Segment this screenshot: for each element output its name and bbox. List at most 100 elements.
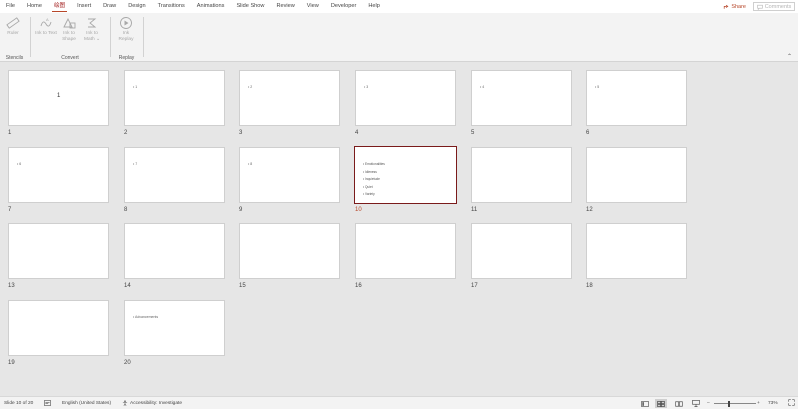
ribbon-separator xyxy=(143,17,144,57)
comment-icon xyxy=(757,4,763,10)
ink-to-math-button[interactable]: Ink to Math ⌄ xyxy=(81,16,103,43)
slide-text: • 6 xyxy=(17,162,22,166)
slide-thumbnail[interactable]: • 5 xyxy=(586,70,687,126)
slide-number: 16 xyxy=(355,283,362,289)
ink-to-math-icon xyxy=(88,18,97,28)
slide-thumbnail[interactable] xyxy=(239,223,340,279)
slide-thumbnail[interactable]: • 2 xyxy=(239,70,340,126)
slide-thumbnail[interactable] xyxy=(8,300,109,356)
slide-thumbnail[interactable] xyxy=(8,223,109,279)
slide-number: 12 xyxy=(586,207,593,213)
zoom-slider-thumb[interactable] xyxy=(727,400,730,407)
group-label-convert: Convert xyxy=(61,55,79,61)
slide-thumbnail[interactable]: • 4 xyxy=(471,70,572,126)
status-bar: Slide 10 of 20 English (United States) A… xyxy=(0,396,798,409)
slide-text: • 5 xyxy=(595,85,600,89)
tab-insert[interactable]: Insert xyxy=(71,0,97,13)
tab-drawing-active[interactable]: 绘图 xyxy=(48,0,71,13)
comments-button[interactable]: Comments xyxy=(753,2,795,11)
bullet-item: • Emotionalities xyxy=(363,162,385,166)
menu-bar: File Home 绘图 Insert Draw Design Transiti… xyxy=(0,0,798,13)
slide-text: • 3 xyxy=(364,85,369,89)
accessibility-icon[interactable] xyxy=(122,397,128,409)
bullet-item: • Inquietude xyxy=(363,177,380,182)
slide-number: 9 xyxy=(239,207,243,213)
slide-thumbnail[interactable]: • 3 xyxy=(355,70,456,126)
ink-to-math-dropdown-icon: ⌄ xyxy=(95,37,101,42)
tab-slide-show[interactable]: Slide Show xyxy=(230,0,270,13)
slide-text: • 4 xyxy=(480,85,485,89)
slide-thumbnail[interactable] xyxy=(586,147,687,203)
reading-view-icon[interactable] xyxy=(673,399,685,408)
slide-number: 8 xyxy=(124,207,128,213)
ink-to-shape-button[interactable]: Ink to Shape xyxy=(58,16,80,43)
ink-to-text-button[interactable]: A Ink to Text xyxy=(35,16,57,37)
slide-number: 20 xyxy=(124,360,131,366)
tab-view[interactable]: View xyxy=(301,0,325,13)
slideshow-view-icon[interactable] xyxy=(690,399,702,408)
slide-thumbnail[interactable] xyxy=(471,223,572,279)
notes-icon[interactable] xyxy=(44,397,51,409)
slide-thumbnail[interactable] xyxy=(355,223,456,279)
normal-view-icon[interactable] xyxy=(639,399,651,408)
slide-text: • 2 xyxy=(248,85,253,89)
slide-number: 11 xyxy=(471,207,478,213)
slide-text: 1 xyxy=(57,93,61,99)
ink-to-text-icon: A xyxy=(40,17,52,27)
slide-thumbnail[interactable]: • Advancements xyxy=(124,300,225,356)
ink-to-shape-label: Ink to Shape xyxy=(62,31,76,42)
slide-thumbnail[interactable]: 1 xyxy=(8,70,109,126)
slide-number: 10 xyxy=(355,207,362,213)
zoom-in-button[interactable]: + xyxy=(757,397,760,409)
fit-to-window-icon[interactable] xyxy=(788,397,795,409)
slide-text: • 7 xyxy=(133,162,138,166)
slide-text: • 1 xyxy=(133,85,138,89)
bullet-item: • Idleness xyxy=(363,169,377,174)
ink-replay-button[interactable]: Ink Replay xyxy=(115,16,137,43)
slide-thumbnail[interactable]: • 8 xyxy=(239,147,340,203)
ink-replay-icon xyxy=(120,17,132,29)
tab-developer[interactable]: Developer xyxy=(325,0,363,13)
tab-home[interactable]: Home xyxy=(21,0,48,13)
ruler-button[interactable]: Ruler xyxy=(2,16,24,37)
slide-counter: Slide 10 of 20 xyxy=(4,401,34,406)
tab-transitions[interactable]: Transitions xyxy=(152,0,191,13)
slide-text: • 8 xyxy=(248,162,253,166)
share-icon xyxy=(724,4,729,9)
zoom-out-button[interactable]: – xyxy=(707,397,710,409)
tab-file[interactable]: File xyxy=(0,0,21,13)
ruler-icon xyxy=(6,17,20,29)
slide-number: 14 xyxy=(124,283,131,289)
tab-help[interactable]: Help xyxy=(362,0,386,13)
slide-number: 19 xyxy=(8,360,15,366)
tab-review[interactable]: Review xyxy=(270,0,300,13)
zoom-slider[interactable] xyxy=(714,403,756,404)
ink-replay-label: Ink Replay xyxy=(118,31,134,42)
ink-to-shape-icon xyxy=(63,17,76,29)
slide-number: 7 xyxy=(8,207,12,213)
slide-thumbnail[interactable]: • 7 xyxy=(124,147,225,203)
language-status[interactable]: English (United States) xyxy=(62,397,111,409)
slide-sorter-view-icon[interactable] xyxy=(655,399,667,408)
slide-number: 2 xyxy=(124,130,128,136)
bullet-item: • Variety xyxy=(363,192,375,197)
slide-number: 15 xyxy=(239,283,246,289)
tab-draw[interactable]: Draw xyxy=(97,0,122,13)
zoom-level[interactable]: 73% xyxy=(768,397,778,409)
group-replay: Ink Replay Replay xyxy=(111,13,142,62)
slide-thumbnail[interactable] xyxy=(471,147,572,203)
slide-thumbnail-selected[interactable]: • Emotionalities • Idleness • Inquietude… xyxy=(354,146,457,204)
slide-bullet-list: • Emotionalities • Idleness • Inquietude… xyxy=(363,161,385,199)
slide-thumbnail[interactable] xyxy=(124,223,225,279)
slide-thumbnail[interactable]: • 1 xyxy=(124,70,225,126)
slide-thumbnail[interactable] xyxy=(586,223,687,279)
share-button[interactable]: Share xyxy=(719,2,750,11)
accessibility-status[interactable]: Accessibility: Investigate xyxy=(130,397,182,409)
collapse-ribbon-icon[interactable]: ⌃ xyxy=(787,53,792,60)
slide-number: 13 xyxy=(8,283,15,289)
tab-design[interactable]: Design xyxy=(122,0,151,13)
slide-thumbnail[interactable]: • 6 xyxy=(8,147,109,203)
group-label-replay: Replay xyxy=(118,55,135,61)
group-label-stencils: Stencils xyxy=(5,55,24,61)
tab-animations[interactable]: Animations xyxy=(191,0,231,13)
